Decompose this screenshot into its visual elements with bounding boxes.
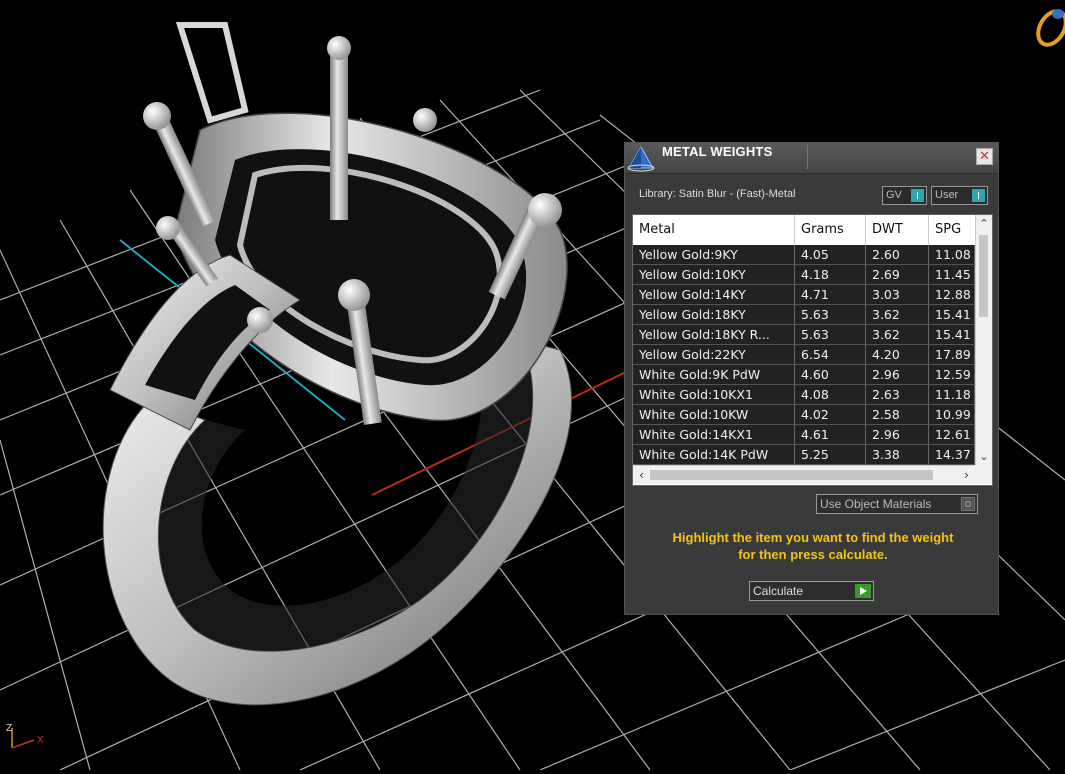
- metal-cell: Yellow Gold:22KY: [633, 345, 795, 364]
- spg-cell: 11.18: [929, 385, 975, 404]
- user-toggle[interactable]: User: [931, 186, 988, 205]
- materials-dropdown-value: Use Object Materials: [820, 497, 932, 511]
- spg-cell: 11.45: [929, 265, 975, 284]
- metal-weights-panel: METAL WEIGHTS ✕ Library: Satin Blur - (F…: [624, 142, 999, 615]
- dwt-cell: 2.69: [866, 265, 929, 284]
- close-button[interactable]: ✕: [976, 148, 993, 165]
- panel-titlebar[interactable]: METAL WEIGHTS ✕: [625, 143, 998, 174]
- scroll-right-icon[interactable]: ›: [958, 466, 975, 484]
- axis-z-label: Z: [6, 723, 12, 734]
- spg-cell: 17.89: [929, 345, 975, 364]
- spg-cell: 12.61: [929, 425, 975, 444]
- table-row[interactable]: White Gold:9K PdW 4.60 2.96 12.59: [633, 365, 975, 385]
- table-row[interactable]: Yellow Gold:18KY 5.63 3.62 15.41: [633, 305, 975, 325]
- play-icon: [855, 584, 871, 598]
- column-header-grams[interactable]: Grams: [795, 215, 866, 245]
- pyramid-logo-icon: [627, 145, 655, 172]
- horizontal-scroll-thumb[interactable]: [650, 470, 933, 480]
- metal-table[interactable]: Metal Grams DWT SPG Yellow Gold:9KY 4.05 2…: [632, 214, 993, 486]
- scroll-down-icon[interactable]: ⌄: [976, 448, 992, 465]
- table-row[interactable]: White Gold:14K PdW 5.25 3.38 14.37: [633, 445, 975, 465]
- grams-cell: 5.63: [795, 325, 866, 344]
- metal-cell: White Gold:10KW: [633, 405, 795, 424]
- grams-cell: 6.54: [795, 345, 866, 364]
- dwt-cell: 3.38: [866, 445, 929, 464]
- instruction-text: Highlight the item you want to find the …: [635, 529, 991, 563]
- table-row[interactable]: White Gold:10KW 4.02 2.58 10.99: [633, 405, 975, 425]
- grams-cell: 5.25: [795, 445, 866, 464]
- calculate-button[interactable]: Calculate: [749, 581, 874, 601]
- metal-cell: Yellow Gold:10KY: [633, 265, 795, 284]
- grams-cell: 4.02: [795, 405, 866, 424]
- gv-toggle-label: GV: [886, 189, 902, 201]
- spg-cell: 11.08: [929, 245, 975, 264]
- horizontal-scrollbar[interactable]: ‹ ›: [633, 465, 975, 484]
- dwt-cell: 2.96: [866, 365, 929, 384]
- grams-cell: 4.60: [795, 365, 866, 384]
- grams-cell: 4.08: [795, 385, 866, 404]
- vertical-scrollbar[interactable]: ⌃ ⌄: [975, 215, 992, 465]
- metal-cell: White Gold:14KX1: [633, 425, 795, 444]
- grams-cell: 4.18: [795, 265, 866, 284]
- axis-x-label: X: [37, 735, 44, 746]
- dwt-cell: 2.63: [866, 385, 929, 404]
- instruction-line-2: for then press calculate.: [738, 547, 888, 562]
- metal-cell: Yellow Gold:18KY: [633, 305, 795, 324]
- dwt-cell: 3.62: [866, 305, 929, 324]
- panel-title: METAL WEIGHTS: [662, 144, 773, 159]
- table-body: Yellow Gold:9KY 4.05 2.60 11.08 Yellow Gold…: [633, 245, 975, 465]
- table-row[interactable]: White Gold:10KX1 4.08 2.63 11.18: [633, 385, 975, 405]
- table-header: Metal Grams DWT SPG: [633, 215, 975, 245]
- spg-cell: 10.99: [929, 405, 975, 424]
- scroll-up-icon[interactable]: ⌃: [976, 215, 992, 232]
- grams-cell: 4.71: [795, 285, 866, 304]
- metal-cell: White Gold:14K PdW: [633, 445, 795, 464]
- library-label: Library: Satin Blur - (Fast)-Metal: [639, 188, 796, 200]
- grams-cell: 4.05: [795, 245, 866, 264]
- table-row[interactable]: Yellow Gold:10KY 4.18 2.69 11.45: [633, 265, 975, 285]
- grams-cell: 5.63: [795, 305, 866, 324]
- materials-dropdown[interactable]: Use Object Materials: [816, 494, 978, 514]
- grams-cell: 4.61: [795, 425, 866, 444]
- title-divider: [807, 145, 808, 169]
- metal-cell: Yellow Gold:14KY: [633, 285, 795, 304]
- instruction-line-1: Highlight the item you want to find the …: [672, 530, 954, 545]
- axis-gizmo: Z X: [6, 723, 44, 749]
- gv-toggle[interactable]: GV: [882, 186, 927, 205]
- dropdown-circle-icon: [961, 497, 975, 511]
- spg-cell: 12.88: [929, 285, 975, 304]
- table-row[interactable]: Yellow Gold:18KY R... 5.63 3.62 15.41: [633, 325, 975, 345]
- vertical-scroll-thumb[interactable]: [979, 235, 988, 317]
- column-header-dwt[interactable]: DWT: [866, 215, 929, 245]
- calculate-label: Calculate: [753, 584, 804, 598]
- table-row[interactable]: Yellow Gold:22KY 6.54 4.20 17.89: [633, 345, 975, 365]
- table-row[interactable]: Yellow Gold:9KY 4.05 2.60 11.08: [633, 245, 975, 265]
- scroll-left-icon[interactable]: ‹: [633, 466, 650, 484]
- dwt-cell: 3.62: [866, 325, 929, 344]
- column-header-metal[interactable]: Metal: [633, 215, 795, 245]
- ring-model: [102, 22, 572, 706]
- dwt-cell: 3.03: [866, 285, 929, 304]
- rings-logo-icon: [1036, 9, 1065, 47]
- gv-toggle-knob: [911, 189, 924, 202]
- scrollbar-corner: [975, 465, 992, 484]
- metal-cell: Yellow Gold:9KY: [633, 245, 795, 264]
- dwt-cell: 2.58: [866, 405, 929, 424]
- table-row[interactable]: Yellow Gold:14KY 4.71 3.03 12.88: [633, 285, 975, 305]
- spg-cell: 12.59: [929, 365, 975, 384]
- column-header-spg[interactable]: SPG: [929, 215, 975, 245]
- dwt-cell: 2.60: [866, 245, 929, 264]
- user-toggle-knob: [972, 189, 985, 202]
- metal-cell: White Gold:10KX1: [633, 385, 795, 404]
- spg-cell: 15.41: [929, 305, 975, 324]
- metal-cell: Yellow Gold:18KY R...: [633, 325, 795, 344]
- metal-cell: White Gold:9K PdW: [633, 365, 795, 384]
- spg-cell: 14.37: [929, 445, 975, 464]
- dwt-cell: 2.96: [866, 425, 929, 444]
- dwt-cell: 4.20: [866, 345, 929, 364]
- table-row[interactable]: White Gold:14KX1 4.61 2.96 12.61: [633, 425, 975, 445]
- spg-cell: 15.41: [929, 325, 975, 344]
- user-toggle-label: User: [935, 189, 959, 201]
